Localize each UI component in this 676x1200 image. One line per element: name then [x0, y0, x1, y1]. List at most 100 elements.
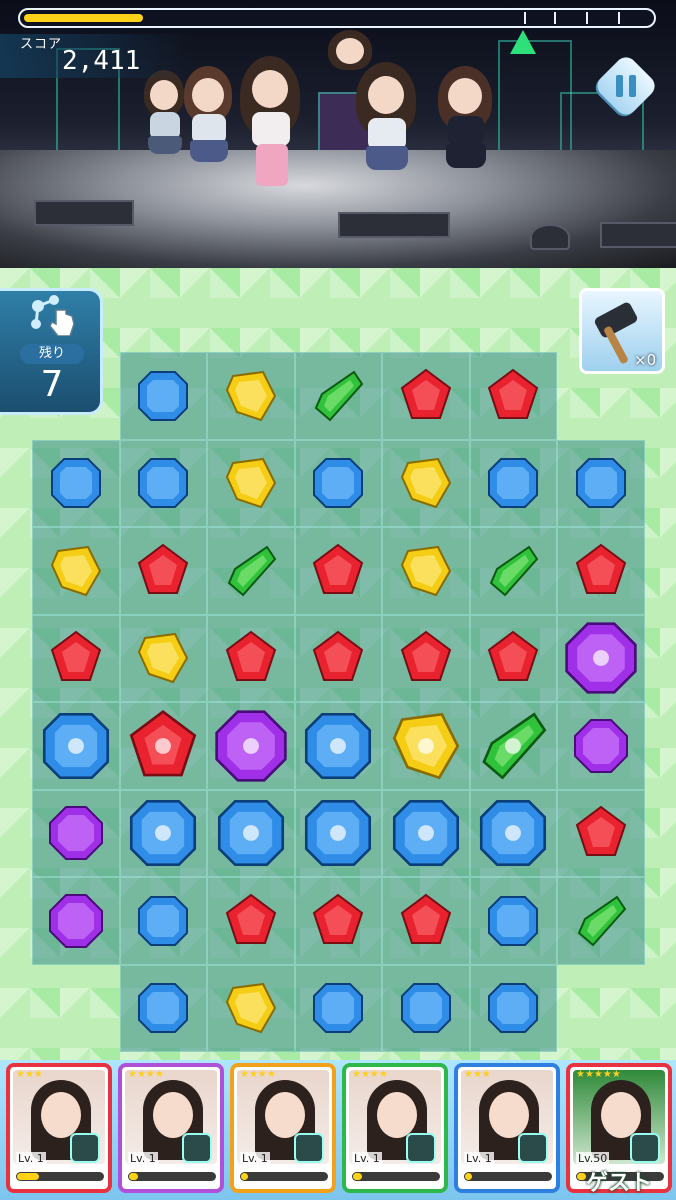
- character-card[interactable]: ★★★ Lv. 1: [454, 1063, 560, 1193]
- card-level: Lv.50: [576, 1152, 610, 1165]
- blue-gem-icon[interactable]: [135, 893, 191, 953]
- card-level: Lv. 1: [464, 1152, 494, 1165]
- red-gem-icon[interactable]: [573, 543, 629, 603]
- special-blue-gem-icon[interactable]: [126, 796, 200, 874]
- score-target-marker-icon: [510, 30, 536, 54]
- skill-gauge: [128, 1172, 216, 1181]
- skill-gauge: [240, 1172, 328, 1181]
- red-gem-icon[interactable]: [310, 893, 366, 953]
- green-gem-icon[interactable]: [573, 893, 629, 953]
- green-gem-icon[interactable]: [310, 368, 366, 428]
- moves-remaining-value: 7: [40, 364, 64, 405]
- rarity-stars: ★★★: [464, 1069, 491, 1080]
- red-gem-icon[interactable]: [398, 893, 454, 953]
- rarity-stars: ★★★★: [128, 1069, 164, 1080]
- red-gem-icon[interactable]: [48, 630, 104, 690]
- yellow-gem-icon[interactable]: [398, 543, 454, 603]
- blue-gem-icon[interactable]: [573, 455, 629, 515]
- hammer-count: ×0: [634, 351, 657, 369]
- red-gem-icon[interactable]: [310, 630, 366, 690]
- score-progress-fill: [24, 14, 143, 22]
- purple-gem-icon[interactable]: [48, 893, 104, 953]
- skill-icon: [294, 1133, 324, 1163]
- purple-gem-icon[interactable]: [48, 805, 104, 865]
- card-level: Lv. 1: [352, 1152, 382, 1165]
- swipe-hand-icon: [31, 295, 75, 336]
- yellow-gem-icon[interactable]: [135, 630, 191, 690]
- progress-divider: [524, 12, 526, 24]
- yellow-gem-icon[interactable]: [223, 980, 279, 1040]
- score-progress-bar: [18, 8, 656, 28]
- special-red-gem-icon[interactable]: [126, 709, 200, 787]
- blue-gem-icon[interactable]: [135, 455, 191, 515]
- skill-icon: [70, 1133, 100, 1163]
- yellow-gem-icon[interactable]: [398, 455, 454, 515]
- progress-divider: [618, 12, 620, 24]
- stage-speaker: [338, 212, 450, 238]
- purple-gem-icon[interactable]: [573, 718, 629, 778]
- stage-speaker: [34, 200, 134, 226]
- blue-gem-icon[interactable]: [485, 980, 541, 1040]
- rarity-stars: ★★★: [16, 1069, 43, 1080]
- special-blue-gem-icon[interactable]: [214, 796, 288, 874]
- special-yellow-gem-icon[interactable]: [389, 709, 463, 787]
- special-blue-gem-icon[interactable]: [301, 709, 375, 787]
- yellow-gem-icon[interactable]: [48, 543, 104, 603]
- skill-icon: [518, 1133, 548, 1163]
- skill-gauge-fill: [129, 1173, 138, 1180]
- moves-remaining-label: 残り: [20, 344, 84, 364]
- red-gem-icon[interactable]: [398, 630, 454, 690]
- red-gem-icon[interactable]: [485, 368, 541, 428]
- special-green-gem-icon[interactable]: [476, 709, 550, 787]
- stage-spotlight: [530, 224, 570, 250]
- yellow-gem-icon[interactable]: [223, 455, 279, 515]
- skill-gauge-fill: [17, 1173, 39, 1180]
- card-level: Lv. 1: [16, 1152, 46, 1165]
- progress-divider: [586, 12, 588, 24]
- red-gem-icon[interactable]: [135, 543, 191, 603]
- special-blue-gem-icon[interactable]: [39, 709, 113, 787]
- blue-gem-icon[interactable]: [485, 455, 541, 515]
- red-gem-icon[interactable]: [485, 630, 541, 690]
- skill-icon: [182, 1133, 212, 1163]
- special-purple-gem-icon[interactable]: [564, 621, 638, 699]
- special-blue-gem-icon[interactable]: [476, 796, 550, 874]
- card-level: Lv. 1: [128, 1152, 158, 1165]
- character-card[interactable]: ★★★★ Lv. 1: [118, 1063, 224, 1193]
- red-gem-icon[interactable]: [310, 543, 366, 603]
- skill-icon: [630, 1133, 660, 1163]
- skill-gauge-fill: [241, 1173, 248, 1180]
- progress-divider: [554, 12, 556, 24]
- character-card[interactable]: ★★★★ Lv. 1: [342, 1063, 448, 1193]
- skill-gauge: [352, 1172, 440, 1181]
- special-purple-gem-icon[interactable]: [214, 709, 288, 787]
- blue-gem-icon[interactable]: [398, 980, 454, 1040]
- skill-gauge-fill: [353, 1173, 362, 1180]
- yellow-gem-icon[interactable]: [223, 368, 279, 428]
- red-gem-icon[interactable]: [398, 368, 454, 428]
- skill-gauge: [16, 1172, 104, 1181]
- guest-label: ゲスト: [586, 1171, 653, 1196]
- card-level: Lv. 1: [240, 1152, 270, 1165]
- green-gem-icon[interactable]: [485, 543, 541, 603]
- blue-gem-icon[interactable]: [485, 893, 541, 953]
- blue-gem-icon[interactable]: [310, 980, 366, 1040]
- green-gem-icon[interactable]: [223, 543, 279, 603]
- score-value: 2,411: [62, 46, 141, 76]
- character-card[interactable]: ★★★★ Lv. 1: [230, 1063, 336, 1193]
- skill-gauge: [464, 1172, 552, 1181]
- character-card[interactable]: ★★★ Lv. 1: [6, 1063, 112, 1193]
- red-gem-icon[interactable]: [573, 805, 629, 865]
- blue-gem-icon[interactable]: [48, 455, 104, 515]
- rarity-stars: ★★★★★: [576, 1069, 621, 1080]
- special-blue-gem-icon[interactable]: [389, 796, 463, 874]
- blue-gem-icon[interactable]: [310, 455, 366, 515]
- red-gem-icon[interactable]: [223, 630, 279, 690]
- red-gem-icon[interactable]: [223, 893, 279, 953]
- special-blue-gem-icon[interactable]: [301, 796, 375, 874]
- blue-gem-icon[interactable]: [135, 980, 191, 1040]
- pause-icon[interactable]: [600, 60, 652, 112]
- skill-gauge-fill: [577, 1173, 586, 1180]
- blue-gem-icon[interactable]: [135, 368, 191, 428]
- skill-icon: [406, 1133, 436, 1163]
